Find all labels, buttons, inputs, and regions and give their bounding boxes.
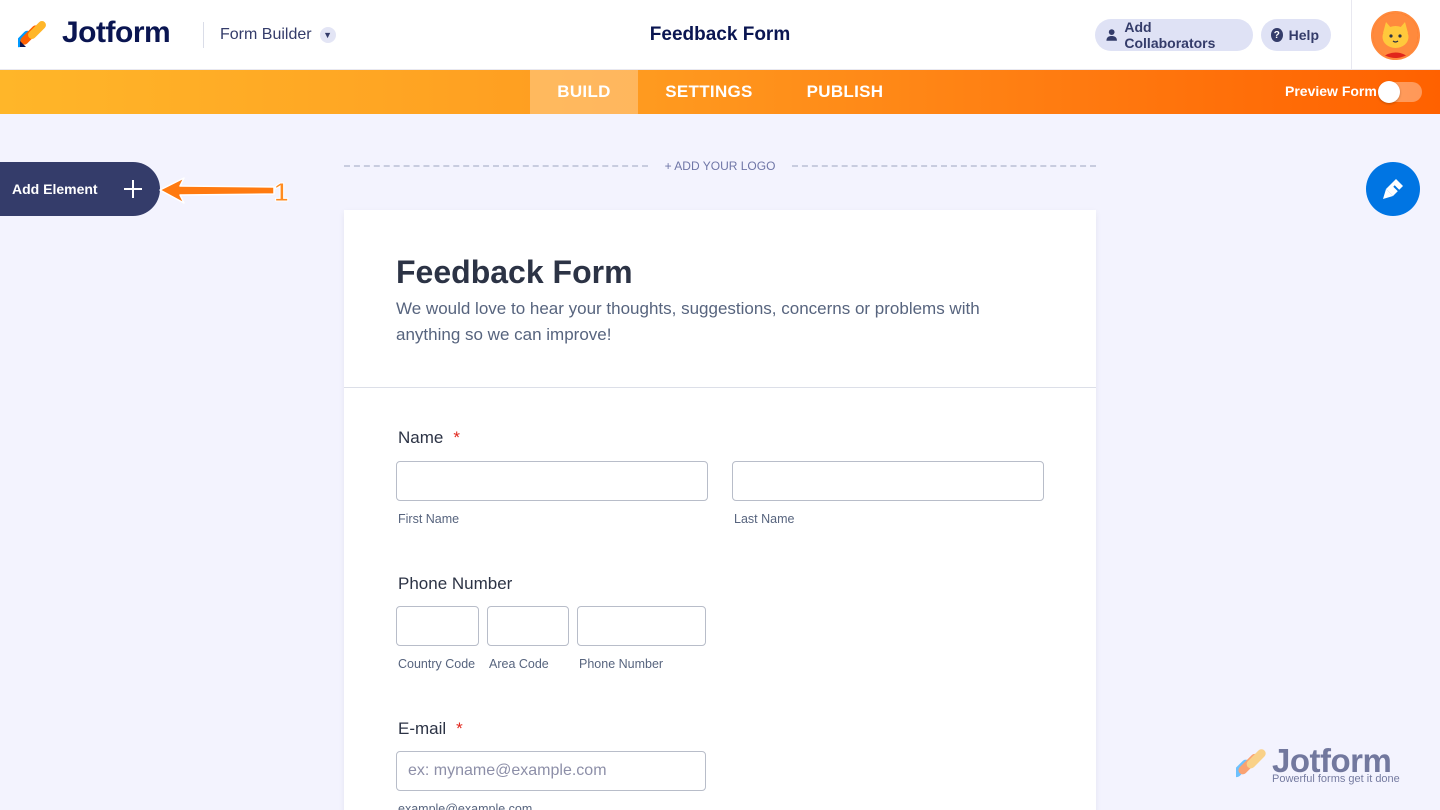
country-code-input[interactable]: [396, 606, 479, 646]
jotform-logo[interactable]: Jotform: [18, 16, 171, 50]
annotation-number: 1: [274, 177, 288, 207]
form-header[interactable]: Feedback Form We would love to hear your…: [344, 210, 1096, 388]
logo-divider-right: [792, 165, 1096, 167]
required-asterisk: *: [456, 719, 463, 738]
add-collaborators-label: Add Collaborators: [1124, 19, 1216, 51]
form-builder-label: Form Builder: [220, 26, 312, 43]
help-label: Help: [1288, 27, 1319, 43]
chevron-down-icon: ▼: [319, 27, 336, 43]
last-name-sublabel: Last Name: [734, 512, 795, 526]
paint-brush-icon: [1383, 179, 1403, 199]
brand-name: Jotform: [62, 16, 171, 49]
name-label-text: Name: [398, 428, 444, 447]
required-asterisk: *: [453, 428, 460, 447]
jotform-watermark: Jotform Powerful forms get it done: [1232, 742, 1400, 785]
question-icon: ?: [1271, 28, 1283, 42]
top-bar: Jotform Form Builder ▼ Feedback Form Add…: [0, 0, 1440, 70]
builder-nav: BUILD SETTINGS PUBLISH Preview Form: [0, 70, 1440, 114]
form-card: Feedback Form We would love to hear your…: [344, 210, 1096, 810]
preview-form-label: Preview Form: [1285, 83, 1377, 99]
watermark-tagline: Powerful forms get it done: [1272, 773, 1400, 785]
form-title[interactable]: Feedback Form: [396, 254, 633, 291]
name-question-label[interactable]: Name *: [398, 428, 460, 448]
jotform-logo-icon: [18, 21, 46, 48]
annotation-arrow-icon: 1: [159, 177, 289, 208]
phone-number-sublabel: Phone Number: [579, 657, 664, 671]
country-code-sublabel: Country Code: [398, 657, 476, 671]
add-collaborators-button[interactable]: Add Collaborators: [1095, 19, 1253, 51]
preview-form-toggle[interactable]: [1378, 81, 1422, 103]
email-input[interactable]: [396, 751, 706, 791]
add-element-label: Add Element: [12, 181, 98, 197]
tab-publish[interactable]: PUBLISH: [780, 70, 910, 114]
user-avatar[interactable]: [1371, 11, 1420, 60]
form-builder-dropdown[interactable]: Form Builder ▼: [220, 26, 336, 44]
avatar-character-icon: [1373, 13, 1418, 58]
tab-settings[interactable]: SETTINGS: [638, 70, 780, 114]
avatar-divider: [1351, 0, 1352, 70]
tab-build[interactable]: BUILD: [530, 70, 638, 114]
toggle-knob: [1378, 81, 1400, 103]
first-name-sublabel: First Name: [398, 512, 460, 526]
logo-divider-left: [344, 165, 648, 167]
user-icon: [1106, 29, 1117, 41]
email-sublabel: example@example.com: [398, 802, 533, 810]
form-description[interactable]: We would love to hear your thoughts, sug…: [396, 296, 1036, 348]
area-code-input[interactable]: [487, 606, 569, 646]
plus-icon: [124, 180, 142, 198]
last-name-input[interactable]: [732, 461, 1044, 501]
header-divider: [203, 22, 204, 48]
email-label-text: E-mail: [398, 719, 447, 738]
phone-number-input[interactable]: [577, 606, 706, 646]
email-question-label[interactable]: E-mail *: [398, 719, 463, 739]
form-designer-button[interactable]: [1366, 162, 1420, 216]
phone-question-label[interactable]: Phone Number: [398, 574, 512, 594]
help-button[interactable]: ? Help: [1261, 19, 1331, 51]
add-element-button[interactable]: Add Element: [0, 162, 160, 216]
area-code-sublabel: Area Code: [489, 657, 549, 671]
add-logo-link[interactable]: + ADD YOUR LOGO: [648, 159, 792, 173]
jotform-watermark-logo-icon: [1232, 749, 1266, 778]
first-name-input[interactable]: [396, 461, 708, 501]
